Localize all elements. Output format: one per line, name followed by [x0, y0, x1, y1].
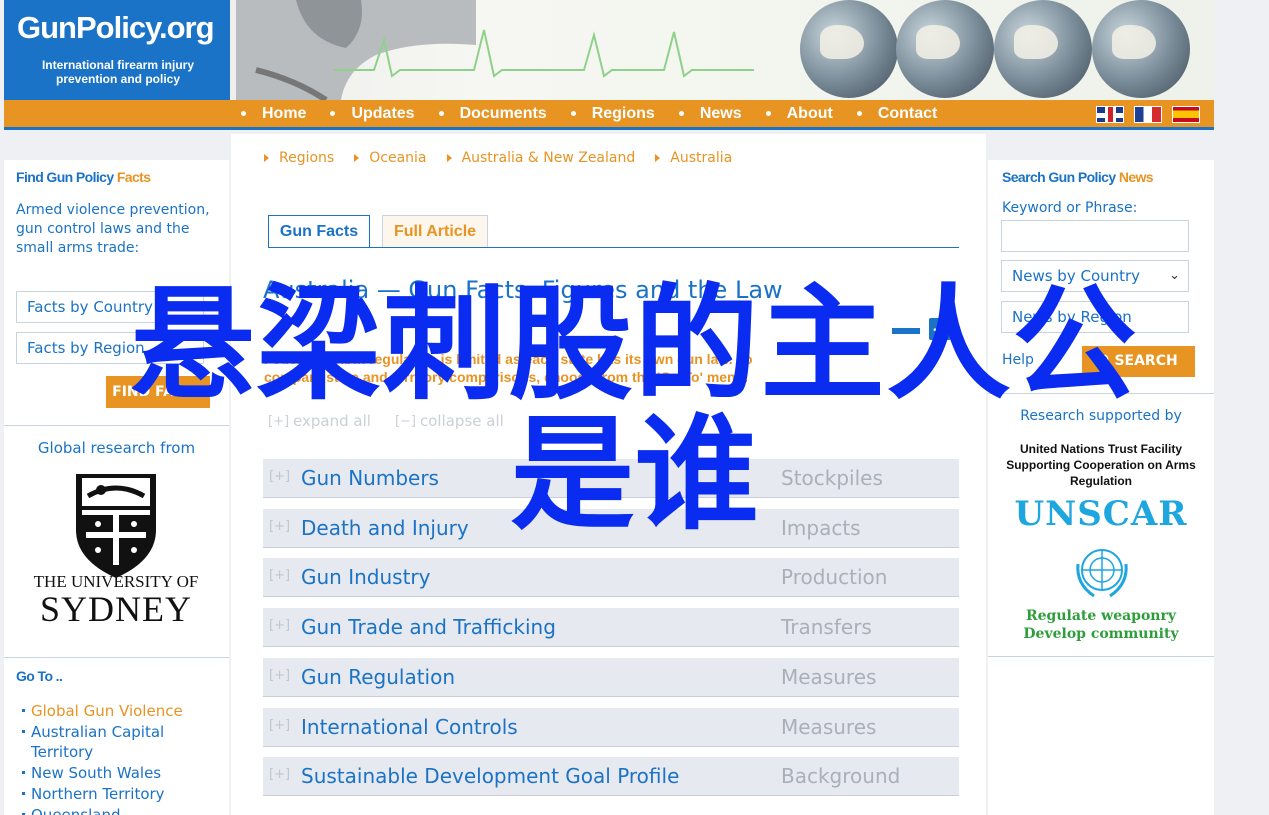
site-header: GunPolicy.org International firearm inju…: [4, 0, 1214, 100]
logo-tagline: International firearm injury prevention …: [41, 58, 195, 86]
uk-flag-icon[interactable]: [1096, 106, 1124, 123]
find-facts-button[interactable]: FIND FACTS: [106, 376, 210, 408]
tab-full-article[interactable]: Full Article: [382, 215, 488, 247]
find-facts-description: Armed violence prevention, gun control l…: [16, 202, 210, 256]
nav-news[interactable]: News: [678, 105, 742, 123]
university-name-line2: SYDNEY: [39, 589, 192, 629]
heartbeat-line-graphic: [334, 29, 754, 78]
category-gun-regulation[interactable]: [+] Gun Regulation Measures: [263, 658, 959, 697]
bullet-icon: [570, 111, 576, 116]
facts-by-region-select[interactable]: Facts by Region: [16, 332, 204, 364]
globe-image-4: [1092, 0, 1190, 98]
bullet-icon: [678, 111, 684, 116]
un-facility-name: United Nations Trust Facility Supporting…: [1006, 442, 1196, 488]
breadcrumb-australia-nz[interactable]: Australia & New Zealand: [446, 150, 635, 166]
right-sidebar: Search Gun Policy News Keyword or Phrase…: [988, 160, 1214, 815]
un-emblem-icon: [1076, 549, 1128, 598]
bullet-icon: [241, 111, 246, 116]
breadcrumb-australia[interactable]: Australia: [655, 150, 732, 166]
search-news-title: Search Gun Policy News: [1002, 169, 1154, 185]
keyword-label: Keyword or Phrase:: [1002, 200, 1138, 216]
unscar-logo-text: UNSCAR: [1014, 494, 1188, 534]
divider: [4, 425, 229, 426]
bullet-icon: [856, 111, 862, 116]
main-content: Regions Oceania Australia & New Zealand …: [231, 134, 986, 815]
bullet-icon: [438, 111, 444, 116]
nav-contact[interactable]: Contact: [856, 105, 937, 123]
expand-icon: [+]: [268, 413, 290, 429]
goto-item-nt[interactable]: Northern Territory: [22, 784, 222, 804]
research-supported-label: Research supported by: [1020, 408, 1182, 424]
collapse-all-link[interactable]: [−] collapse all: [395, 412, 504, 430]
global-research-label: Global research from: [37, 439, 196, 457]
site-logo[interactable]: GunPolicy.org International firearm inju…: [4, 0, 230, 100]
triangle-right-icon: [354, 154, 360, 162]
nav-about[interactable]: About: [765, 105, 833, 123]
news-by-region-select[interactable]: News by Region: [1001, 301, 1189, 333]
news-by-country-select[interactable]: News by Country ⌄: [1001, 260, 1189, 292]
magnifier-icon: ⚲: [1099, 353, 1115, 369]
logo-title: GunPolicy.org: [17, 10, 215, 45]
unscar-tagline-2: Develop community: [1023, 626, 1179, 642]
triangle-right-icon: [446, 154, 452, 162]
breadcrumb: Regions Oceania Australia & New Zealand …: [264, 150, 752, 166]
category-sdg-profile[interactable]: [+] Sustainable Development Goal Profile…: [263, 757, 959, 796]
spain-flag-icon[interactable]: [1172, 106, 1200, 123]
category-gun-industry[interactable]: [+] Gun Industry Production: [263, 558, 959, 597]
globe-image-1: [800, 0, 898, 98]
france-flag-icon[interactable]: [1134, 106, 1162, 123]
goto-item-qld[interactable]: Queensland: [22, 805, 222, 815]
nav-updates[interactable]: Updates: [330, 105, 415, 123]
category-international-controls[interactable]: [+] International Controls Measures: [263, 708, 959, 747]
divider: [4, 657, 229, 658]
expand-icon: [+]: [269, 469, 291, 484]
tabs-underline: [268, 247, 959, 248]
globe-image-2: [896, 0, 994, 98]
globe-image-3: [994, 0, 1092, 98]
triangle-right-icon: [655, 154, 661, 162]
plus-icon[interactable]: +: [929, 318, 951, 340]
nav-documents[interactable]: Documents: [438, 105, 547, 123]
goto-item-nsw[interactable]: New South Wales: [22, 763, 222, 783]
nav-home[interactable]: Home: [241, 105, 306, 123]
page-title: Australia — Gun Facts, Figures and the L…: [263, 276, 783, 304]
expand-icon: [+]: [269, 668, 291, 683]
expand-icon: [+]: [269, 568, 291, 583]
triangle-right-icon: [264, 154, 269, 162]
expand-icon: [+]: [269, 618, 291, 633]
tab-gun-facts[interactable]: Gun Facts: [268, 215, 370, 248]
intro-text: Federal firearm regulation is limited as…: [264, 351, 753, 385]
category-gun-trade[interactable]: [+] Gun Trade and Trafficking Transfers: [263, 608, 959, 647]
left-sidebar: Find Gun Policy Facts Armed violence pre…: [4, 160, 229, 815]
goto-item-act[interactable]: Australian Capital Territory: [22, 722, 222, 762]
expand-icon: [+]: [269, 519, 291, 534]
text-smaller-icon[interactable]: [892, 328, 920, 334]
find-facts-title: Find Gun Policy Facts: [16, 169, 151, 185]
search-button[interactable]: ⚲ SEARCH: [1082, 346, 1195, 377]
expand-all-link[interactable]: [+] expand all: [268, 412, 371, 430]
breadcrumb-regions[interactable]: Regions: [264, 150, 334, 166]
divider: [988, 656, 1214, 657]
help-link[interactable]: Help: [1002, 352, 1034, 368]
collapse-icon: [−]: [394, 413, 416, 429]
category-gun-numbers[interactable]: [+] Gun Numbers Stockpiles: [263, 459, 959, 498]
expand-icon: [+]: [269, 718, 291, 733]
goto-title: Go To ..: [16, 668, 63, 684]
keyword-input[interactable]: [1001, 220, 1189, 252]
nav-regions[interactable]: Regions: [570, 105, 655, 123]
goto-list: Global Gun Violence Australian Capital T…: [22, 701, 222, 815]
expand-icon: [+]: [269, 767, 291, 782]
facts-by-country-select[interactable]: Facts by Country ⌄: [16, 291, 204, 323]
divider: [988, 393, 1214, 394]
chevron-down-icon: ⌄: [184, 299, 195, 314]
category-death-injury[interactable]: [+] Death and Injury Impacts: [263, 509, 959, 548]
main-nav: Home Updates Documents Regions News Abou…: [4, 100, 1214, 130]
goto-item-global[interactable]: Global Gun Violence: [22, 701, 222, 721]
breadcrumb-oceania[interactable]: Oceania: [354, 150, 427, 166]
bullet-icon: [330, 111, 336, 116]
chevron-down-icon: ⌄: [1169, 268, 1180, 283]
bullet-icon: [765, 111, 771, 116]
expand-collapse-controls: [+] expand all [−] collapse all: [268, 412, 504, 430]
unscar-tagline-1: Regulate weaponry: [1026, 608, 1176, 624]
